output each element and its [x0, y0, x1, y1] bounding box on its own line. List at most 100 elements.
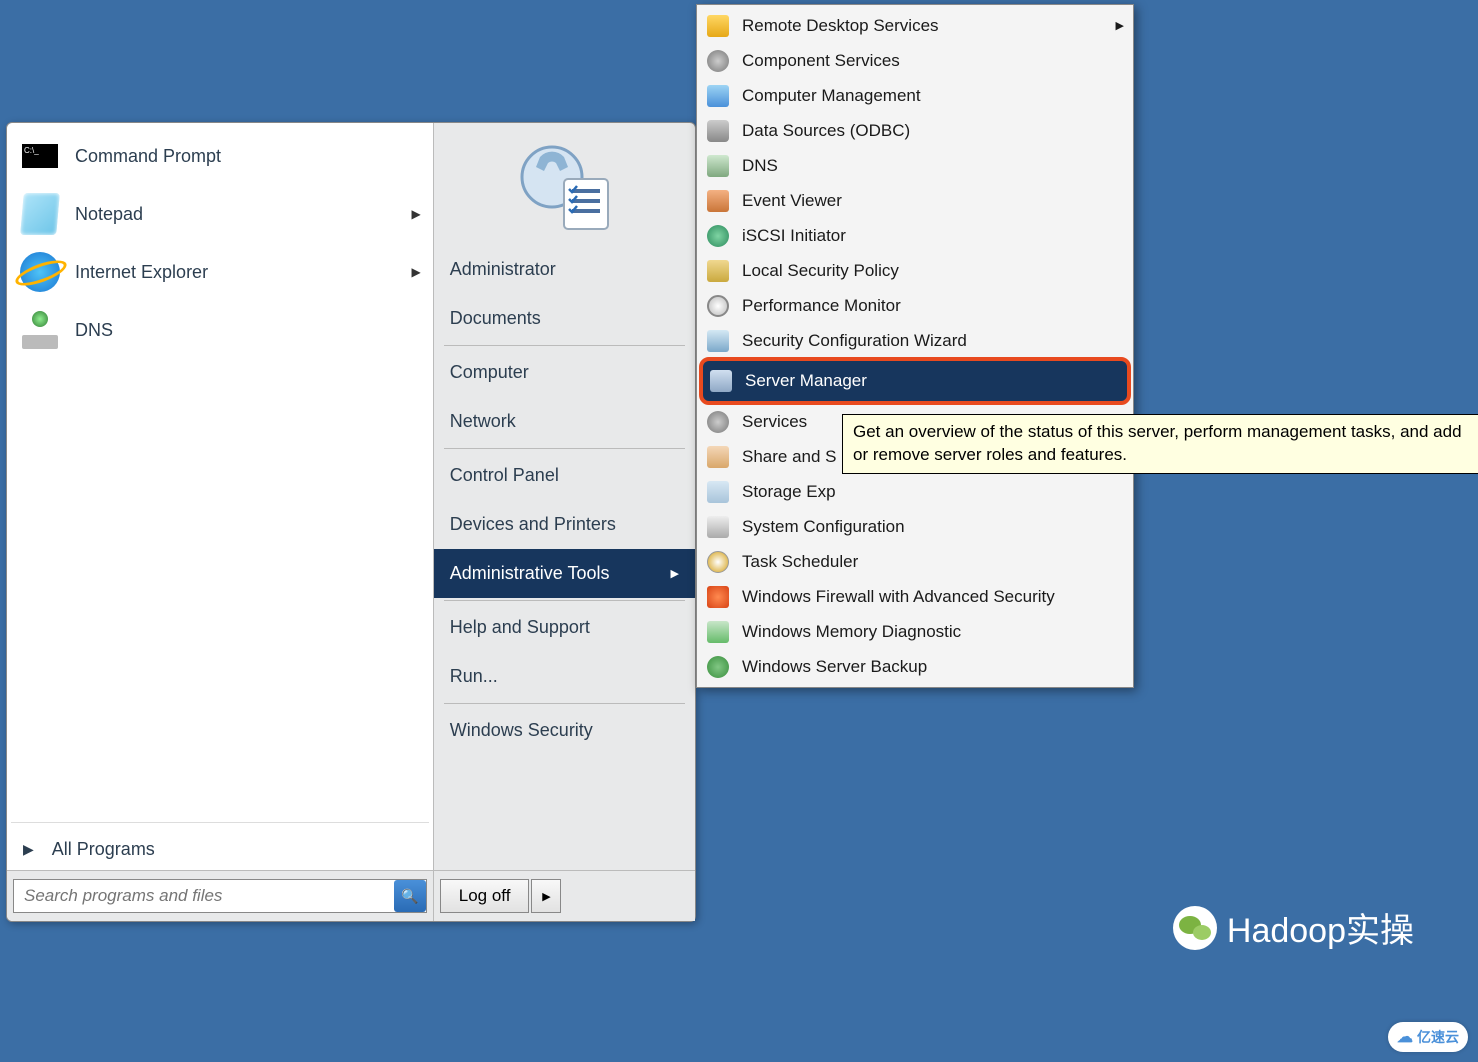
performance-monitor-icon	[706, 294, 730, 318]
right-item-devices-printers[interactable]: Devices and Printers	[434, 500, 695, 549]
submenu-event-viewer[interactable]: Event Viewer	[700, 183, 1130, 218]
submenu-iscsi-initiator[interactable]: iSCSI Initiator	[700, 218, 1130, 253]
memory-diagnostic-icon	[706, 620, 730, 644]
submenu-task-scheduler[interactable]: Task Scheduler	[700, 544, 1130, 579]
submenu-windows-firewall[interactable]: Windows Firewall with Advanced Security	[700, 579, 1130, 614]
submenu-dns[interactable]: DNS	[700, 148, 1130, 183]
command-prompt-icon	[19, 135, 61, 177]
chevron-right-icon: ▶	[412, 207, 421, 221]
divider	[444, 345, 685, 346]
start-menu-left-panel: Command Prompt Notepad ▶ Internet Explor…	[7, 123, 434, 921]
tooltip: Get an overview of the status of this se…	[842, 414, 1478, 474]
submenu-item-label: Component Services	[742, 51, 1124, 71]
dns-icon	[19, 309, 61, 351]
submenu-computer-management[interactable]: Computer Management	[700, 78, 1130, 113]
submenu-item-label: Server Manager	[745, 371, 1121, 391]
divider	[444, 448, 685, 449]
submenu-item-label: Task Scheduler	[742, 552, 1124, 572]
watermark-text: Hadoop实操	[1227, 903, 1414, 952]
submenu-item-label: Storage Exp	[742, 482, 1124, 502]
pinned-item-label: DNS	[75, 320, 421, 341]
all-programs-button[interactable]: ▶ All Programs	[11, 829, 429, 870]
right-item-administrative-tools[interactable]: Administrative Tools ▶	[434, 549, 695, 598]
submenu-item-label: Data Sources (ODBC)	[742, 121, 1124, 141]
submenu-component-services[interactable]: Component Services	[700, 43, 1130, 78]
right-item-windows-security[interactable]: Windows Security	[434, 706, 695, 755]
pinned-item-label: Internet Explorer	[75, 262, 412, 283]
submenu-system-configuration[interactable]: System Configuration	[700, 509, 1130, 544]
submenu-item-label: Event Viewer	[742, 191, 1124, 211]
right-item-label: Help and Support	[450, 617, 590, 638]
wechat-icon	[1173, 906, 1217, 950]
right-item-administrator[interactable]: Administrator	[434, 245, 695, 294]
folder-icon	[706, 14, 730, 38]
chevron-right-icon: ▶	[412, 265, 421, 279]
pinned-internet-explorer[interactable]: Internet Explorer ▶	[11, 243, 429, 301]
submenu-item-label: Local Security Policy	[742, 261, 1124, 281]
submenu-item-label: Windows Memory Diagnostic	[742, 622, 1124, 642]
iscsi-icon	[706, 224, 730, 248]
right-item-help-support[interactable]: Help and Support	[434, 603, 695, 652]
services-icon	[706, 410, 730, 434]
search-icon[interactable]: 🔍	[394, 880, 426, 912]
right-item-label: Documents	[450, 308, 541, 329]
right-item-computer[interactable]: Computer	[434, 348, 695, 397]
component-services-icon	[706, 49, 730, 73]
submenu-security-configuration-wizard[interactable]: Security Configuration Wizard	[700, 323, 1130, 358]
system-configuration-icon	[706, 515, 730, 539]
pinned-item-label: Command Prompt	[75, 146, 421, 167]
chevron-right-icon: ▶	[1116, 19, 1124, 32]
right-item-documents[interactable]: Documents	[434, 294, 695, 343]
search-row: 🔍	[7, 870, 433, 921]
pinned-command-prompt[interactable]: Command Prompt	[11, 127, 429, 185]
submenu-performance-monitor[interactable]: Performance Monitor	[700, 288, 1130, 323]
firewall-icon	[706, 585, 730, 609]
submenu-item-label: System Configuration	[742, 517, 1124, 537]
submenu-local-security-policy[interactable]: Local Security Policy	[700, 253, 1130, 288]
event-viewer-icon	[706, 189, 730, 213]
brand-text: 亿速云	[1417, 1027, 1459, 1047]
notepad-icon	[19, 193, 61, 235]
submenu-item-label: DNS	[742, 156, 1124, 176]
task-scheduler-icon	[706, 550, 730, 574]
right-item-network[interactable]: Network	[434, 397, 695, 446]
submenu-storage-explorer[interactable]: Storage Exp	[700, 474, 1130, 509]
server-manager-icon	[709, 369, 733, 393]
odbc-icon	[706, 119, 730, 143]
right-item-label: Control Panel	[450, 465, 559, 486]
pinned-dns[interactable]: DNS	[11, 301, 429, 359]
submenu-data-sources-odbc[interactable]: Data Sources (ODBC)	[700, 113, 1130, 148]
user-picture-frame	[434, 125, 695, 245]
divider	[11, 822, 429, 823]
submenu-item-label: Windows Firewall with Advanced Security	[742, 587, 1124, 607]
right-item-label: Computer	[450, 362, 529, 383]
logoff-label: Log off	[459, 886, 511, 906]
right-item-control-panel[interactable]: Control Panel	[434, 451, 695, 500]
chevron-right-icon: ▶	[671, 567, 679, 580]
right-item-label: Windows Security	[450, 720, 593, 741]
security-policy-icon	[706, 259, 730, 283]
divider	[444, 703, 685, 704]
submenu-windows-server-backup[interactable]: Windows Server Backup	[700, 649, 1130, 684]
right-item-run[interactable]: Run...	[434, 652, 695, 701]
start-menu: Command Prompt Notepad ▶ Internet Explor…	[6, 122, 696, 922]
pinned-item-label: Notepad	[75, 204, 412, 225]
right-item-label: Administrative Tools	[450, 563, 610, 584]
pinned-notepad[interactable]: Notepad ▶	[11, 185, 429, 243]
logoff-button[interactable]: Log off	[440, 879, 530, 913]
watermark: Hadoop实操	[1173, 903, 1414, 952]
submenu-item-label: Security Configuration Wizard	[742, 331, 1124, 351]
right-item-label: Network	[450, 411, 516, 432]
brand-logo: 亿速云	[1388, 1022, 1468, 1052]
submenu-windows-memory-diagnostic[interactable]: Windows Memory Diagnostic	[700, 614, 1130, 649]
submenu-remote-desktop-services[interactable]: Remote Desktop Services ▶	[700, 8, 1130, 43]
submenu-server-manager[interactable]: Server Manager	[699, 357, 1131, 405]
tooltip-text: Get an overview of the status of this se…	[853, 422, 1462, 464]
chevron-right-icon: ▶	[23, 841, 34, 858]
logoff-options-button[interactable]: ▶	[531, 879, 561, 913]
search-input[interactable]	[14, 886, 394, 906]
security-wizard-icon	[706, 329, 730, 353]
start-menu-right-panel: Administrator Documents Computer Network…	[434, 123, 695, 921]
right-item-label: Administrator	[450, 259, 556, 280]
submenu-item-label: iSCSI Initiator	[742, 226, 1124, 246]
